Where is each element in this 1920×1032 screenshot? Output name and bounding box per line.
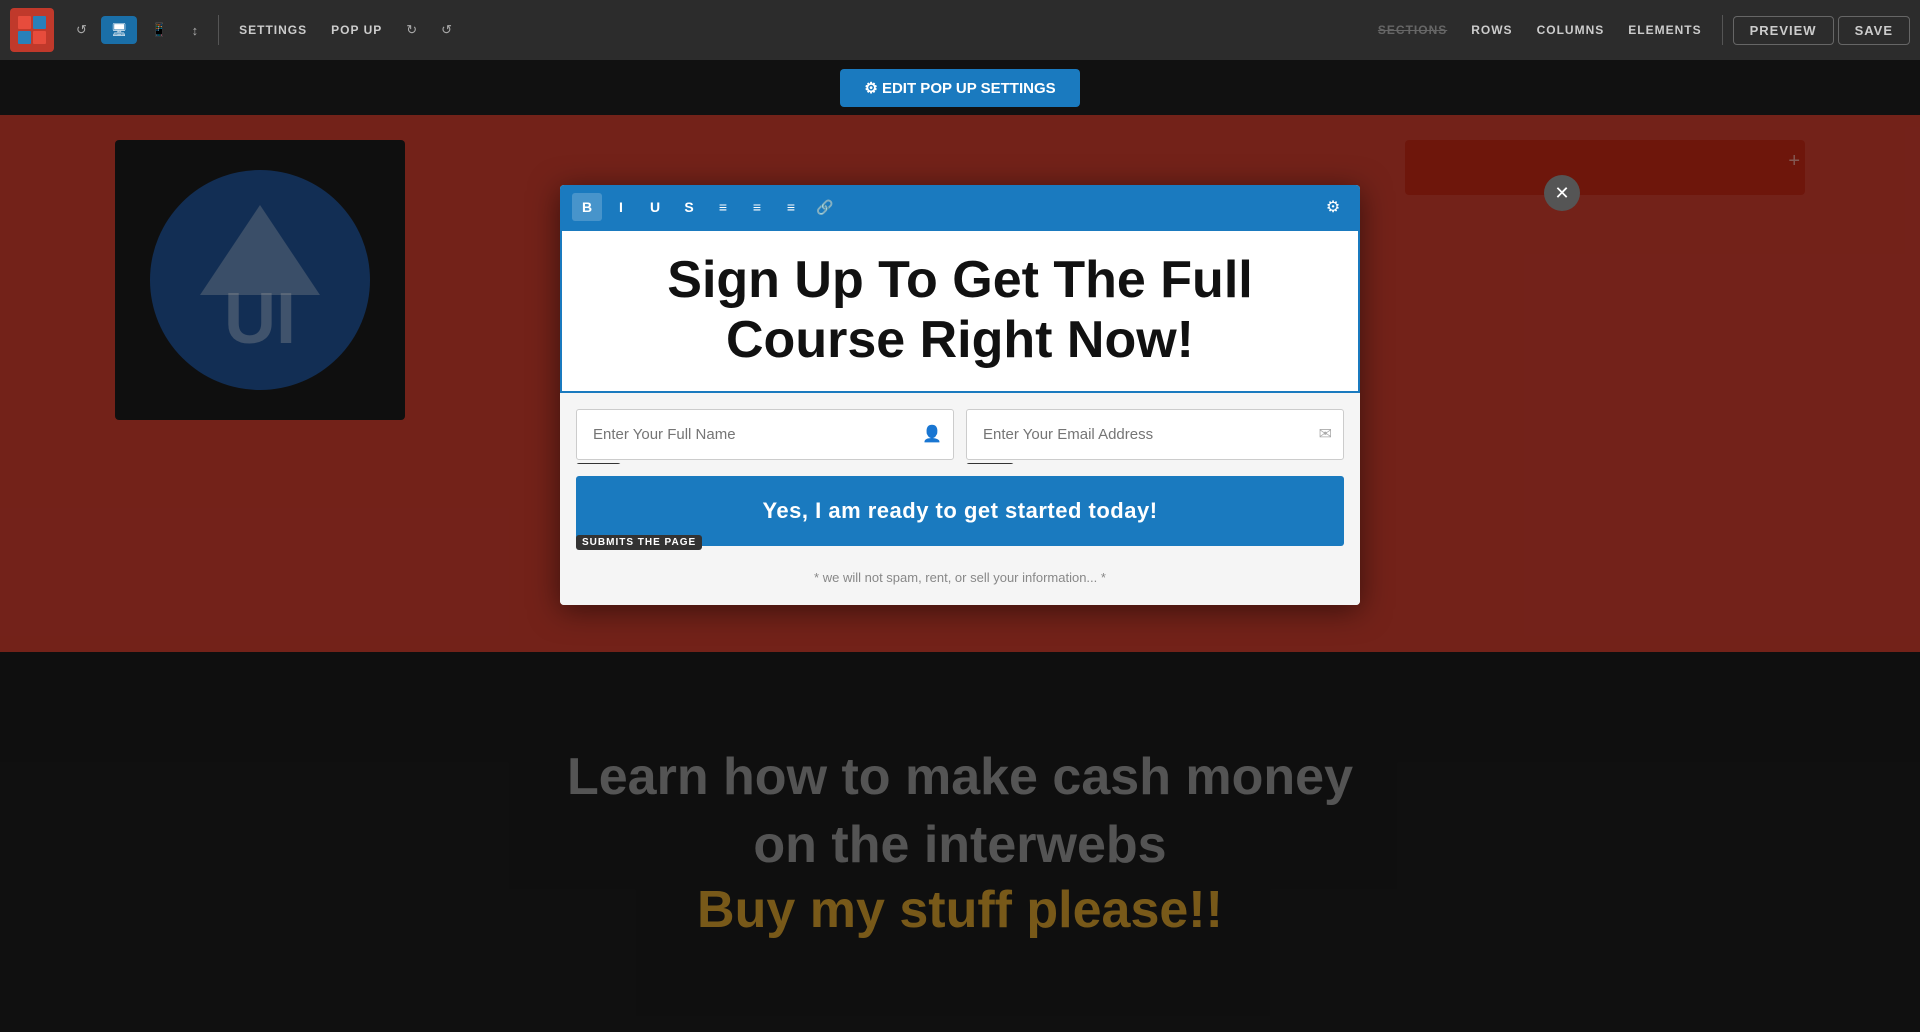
main-toolbar: ↺ 🖥 📱 ↕ SETTINGS POP UP ↻ ↺ SECTIONS ROW… <box>0 0 1920 60</box>
toolbar-right: SECTIONS ROWS COLUMNS ELEMENTS PREVIEW S… <box>1368 15 1910 45</box>
align-center-button[interactable]: ≡ <box>742 193 772 221</box>
submit-area: Yes, I am ready to get started today! SU… <box>560 464 1360 546</box>
toolbar-divider <box>218 15 219 45</box>
strikethrough-button[interactable]: S <box>674 193 704 221</box>
modal-dialog: B I U S ≡ ≡ ≡ 🔗 ⚙ Sign Up To Get The Ful… <box>560 185 1360 605</box>
modal-overlay: ✕ B I U S ≡ ≡ ≡ 🔗 ⚙ Sign Up To Get Th <box>0 115 1920 1032</box>
save-button[interactable]: SAVE <box>1838 16 1910 45</box>
name-input-wrapper: 👤 NAME <box>576 409 954 460</box>
sections-button[interactable]: SECTIONS <box>1368 17 1457 43</box>
editor-toolbar: B I U S ≡ ≡ ≡ 🔗 ⚙ <box>560 185 1360 229</box>
undo-button[interactable]: ↺ <box>66 16 97 44</box>
page-area: UI + Learn how to make cash money on the… <box>0 115 1920 1032</box>
preview-button[interactable]: PREVIEW <box>1733 16 1834 45</box>
heading-area: Sign Up To Get The Full Course Right Now… <box>560 229 1360 393</box>
email-input[interactable] <box>966 409 1344 460</box>
redo-icon: ↻ <box>406 22 417 38</box>
email-icon: ✉ <box>1319 424 1332 444</box>
logo <box>10 8 54 52</box>
undo-icon: ↺ <box>76 22 87 38</box>
name-input[interactable] <box>576 409 954 460</box>
bold-button[interactable]: B <box>572 193 602 221</box>
rows-button[interactable]: ROWS <box>1461 17 1522 43</box>
edit-popup-bar: ⚙ EDIT POP UP SETTINGS <box>0 60 1920 115</box>
modal-form-area: 👤 NAME ✉ EMAIL <box>560 393 1360 460</box>
desktop-icon: 🖥 <box>111 22 128 38</box>
redo-button[interactable]: ↻ <box>396 16 427 44</box>
toolbar-divider-2 <box>1722 15 1723 45</box>
bg-content: UI + Learn how to make cash money on the… <box>0 115 1920 1032</box>
person-icon: 👤 <box>922 424 942 444</box>
pointer-icon: ↕ <box>192 23 199 38</box>
columns-button[interactable]: COLUMNS <box>1527 17 1615 43</box>
pointer-button[interactable]: ↕ <box>182 17 209 44</box>
mobile-icon: 📱 <box>151 22 167 38</box>
modal-disclaimer: * we will not spam, rent, or sell your i… <box>560 546 1360 605</box>
edit-popup-settings-button[interactable]: ⚙ EDIT POP UP SETTINGS <box>840 69 1079 107</box>
refresh-icon: ↺ <box>441 22 452 38</box>
align-right-button[interactable]: ≡ <box>776 193 806 221</box>
refresh-button[interactable]: ↺ <box>431 16 462 44</box>
email-input-wrapper: ✉ EMAIL <box>966 409 1344 460</box>
settings-button[interactable]: SETTINGS <box>229 17 317 43</box>
underline-button[interactable]: U <box>640 193 670 221</box>
editor-gear-button[interactable]: ⚙ <box>1318 193 1348 221</box>
modal-close-button[interactable]: ✕ <box>1544 175 1580 211</box>
italic-button[interactable]: I <box>606 193 636 221</box>
desktop-view-button[interactable]: 🖥 <box>101 16 138 44</box>
align-left-button[interactable]: ≡ <box>708 193 738 221</box>
elements-button[interactable]: ELEMENTS <box>1618 17 1711 43</box>
inputs-row: 👤 NAME ✉ EMAIL <box>576 409 1344 460</box>
modal-heading[interactable]: Sign Up To Get The Full Course Right Now… <box>578 251 1342 371</box>
link-button[interactable]: 🔗 <box>810 193 840 221</box>
popup-button[interactable]: POP UP <box>321 17 392 43</box>
submits-tag: SUBMITS THE PAGE <box>576 535 702 550</box>
mobile-view-button[interactable]: 📱 <box>141 16 177 44</box>
